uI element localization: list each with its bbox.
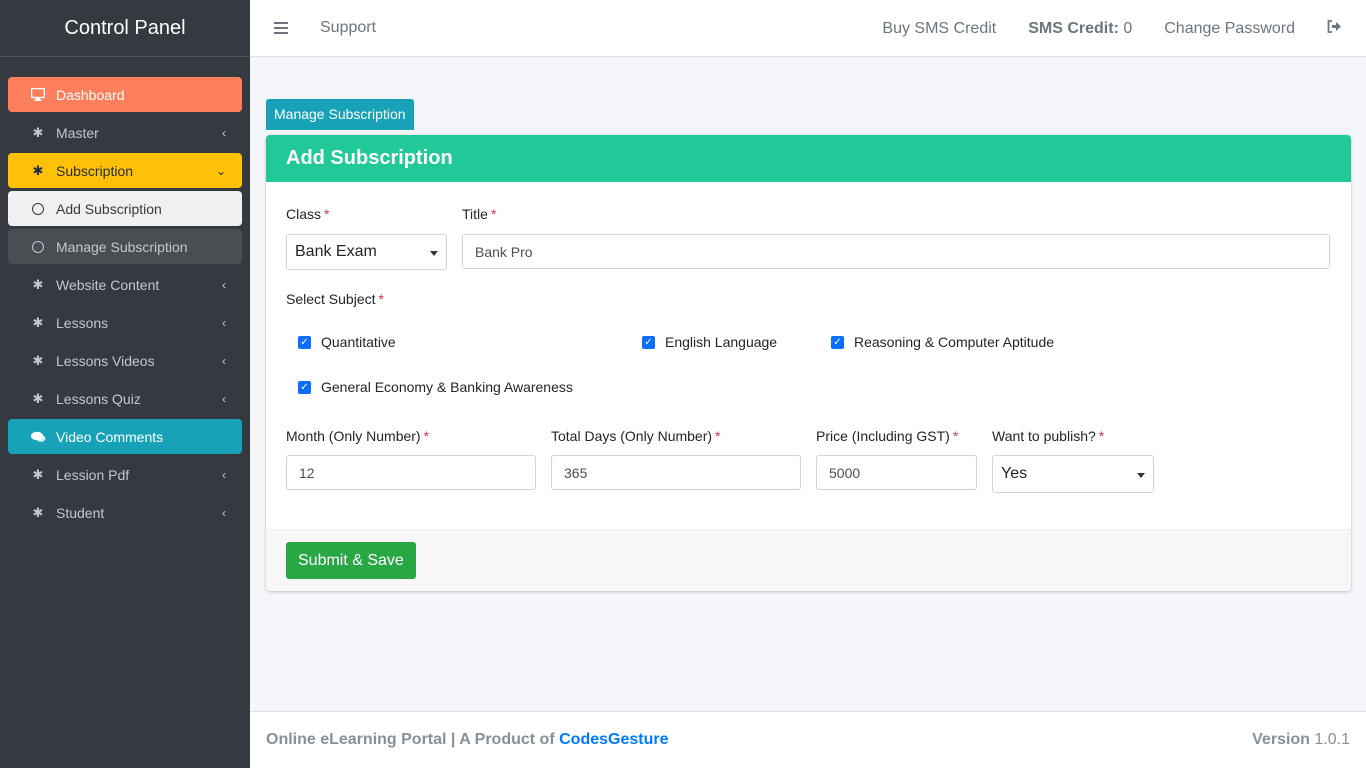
version-label: Version [1252, 731, 1310, 748]
gear-icon: ✱ [32, 124, 44, 140]
desktop-icon [30, 87, 46, 103]
chevron-left-icon: ‹ [222, 277, 226, 292]
sidebar-item-dashboard[interactable]: Dashboard [8, 77, 242, 112]
main-content: Manage Subscription Add Subscription Cla… [266, 99, 1351, 591]
title-label: Title * [462, 206, 497, 222]
month-label: Month (Only Number) * [286, 428, 430, 444]
sidebar-item-label: Video Comments [56, 428, 164, 445]
class-label: Class * [286, 206, 330, 222]
check-icon: ✓ [298, 380, 311, 394]
menu-icon[interactable] [274, 22, 288, 34]
total-days-label: Total Days (Only Number) * [551, 428, 721, 444]
sidebar-item-lessons-quiz[interactable]: ✱ Lessons Quiz ‹ [8, 381, 242, 416]
buy-sms-credit-link[interactable]: Buy SMS Credit [882, 20, 996, 38]
submit-save-button[interactable]: Submit & Save [286, 542, 416, 579]
sidebar-item-label: Manage Subscription [56, 238, 188, 255]
subject-checkbox-english[interactable]: ✓ English Language [642, 334, 777, 350]
change-password-link[interactable]: Change Password [1164, 20, 1295, 38]
sidebar-item-lessons-videos[interactable]: ✱ Lessons Videos ‹ [8, 343, 242, 378]
page-footer: Online eLearning Portal | A Product of C… [250, 711, 1366, 768]
top-right-links: Buy SMS Credit SMS Credit: 0 Change Pass… [882, 0, 1342, 57]
card-title: Add Subscription [266, 135, 1351, 182]
top-navbar: Support Buy SMS Credit SMS Credit: 0 Cha… [250, 0, 1366, 57]
publish-label: Want to publish? * [992, 428, 1105, 444]
version-value: 1.0.1 [1314, 731, 1350, 748]
add-subscription-card: Add Subscription Class * Bank Exam Title *… [266, 135, 1351, 591]
sidebar-item-label: Lessons Quiz [56, 390, 141, 407]
chevron-left-icon: ‹ [222, 125, 226, 140]
manage-subscription-button[interactable]: Manage Subscription [266, 99, 414, 130]
version-info: Version 1.0.1 [1252, 731, 1350, 749]
sidebar-item-student[interactable]: ✱ Student ‹ [8, 495, 242, 530]
chevron-left-icon: ‹ [222, 315, 226, 330]
support-link[interactable]: Support [320, 19, 376, 37]
sidebar-item-label: Lessons [56, 314, 109, 331]
gear-icon: ✱ [32, 352, 44, 368]
chevron-left-icon: ‹ [222, 467, 226, 482]
gear-icon: ✱ [32, 390, 44, 406]
gear-icon: ✱ [32, 504, 44, 520]
month-input[interactable]: 12 [286, 455, 536, 490]
brand-title[interactable]: Control Panel [0, 0, 250, 57]
sms-credit-label: SMS Credit: [1028, 19, 1119, 37]
sidebar-item-label: Dashboard [56, 86, 125, 103]
sms-credit-display: SMS Credit: 0 [1028, 20, 1132, 38]
sidebar-item-label: Student [56, 504, 105, 521]
sidebar-item-website-content[interactable]: ✱ Website Content ‹ [8, 267, 242, 302]
comments-icon [30, 429, 46, 445]
footer-credit: Online eLearning Portal | A Product of C… [266, 731, 669, 748]
publish-select[interactable]: Yes [992, 455, 1154, 493]
class-select[interactable]: Bank Exam [286, 234, 447, 270]
gear-icon: ✱ [32, 314, 44, 330]
sidebar-item-lession-pdf[interactable]: ✱ Lession Pdf ‹ [8, 457, 242, 492]
price-input[interactable]: 5000 [816, 455, 977, 490]
gear-icon: ✱ [32, 162, 44, 178]
check-icon: ✓ [298, 335, 311, 349]
subject-checkbox-economy[interactable]: ✓ General Economy & Banking Awareness [298, 379, 573, 395]
sidebar-item-video-comments[interactable]: Video Comments [8, 419, 242, 454]
sms-credit-value: 0 [1123, 19, 1133, 37]
title-input[interactable]: Bank Pro [462, 234, 1330, 269]
sidebar-item-label: Website Content [56, 276, 160, 293]
chevron-left-icon: ‹ [222, 353, 226, 368]
total-days-input[interactable]: 365 [551, 455, 801, 490]
subject-checkbox-quantitative[interactable]: ✓ Quantitative [298, 334, 396, 350]
sidebar-item-add-subscription[interactable]: Add Subscription [8, 191, 242, 226]
caret-down-icon [1137, 473, 1145, 478]
gear-icon: ✱ [32, 276, 44, 292]
sidebar-item-label: Lessons Videos [56, 352, 155, 369]
check-icon: ✓ [831, 335, 844, 349]
publish-select-value: Yes [1001, 465, 1028, 482]
chevron-left-icon: ‹ [222, 391, 226, 406]
sidebar-nav: Dashboard ✱ Master ‹ ✱ Subscription ⌄ Ad… [0, 57, 250, 530]
card-footer: Submit & Save [266, 529, 1351, 591]
sidebar-item-label: Add Subscription [56, 200, 162, 217]
sidebar-item-lessons[interactable]: ✱ Lessons ‹ [8, 305, 242, 340]
codesgesture-link[interactable]: CodesGesture [559, 731, 668, 748]
class-select-value: Bank Exam [295, 243, 377, 260]
sidebar: Control Panel Dashboard ✱ Master ‹ ✱ Sub… [0, 0, 250, 768]
caret-down-icon [430, 251, 438, 256]
sidebar-item-manage-subscription[interactable]: Manage Subscription [8, 229, 242, 264]
chevron-down-icon: ⌄ [215, 163, 226, 178]
circle-icon [30, 239, 46, 255]
sidebar-item-label: Lession Pdf [56, 466, 130, 483]
sidebar-item-label: Subscription [56, 162, 134, 179]
sidebar-item-label: Master [56, 124, 99, 141]
select-subject-label: Select Subject * [286, 291, 384, 307]
subscription-form: Class * Bank Exam Title * Bank Pro Select … [266, 182, 1351, 529]
sidebar-item-master[interactable]: ✱ Master ‹ [8, 115, 242, 150]
chevron-left-icon: ‹ [222, 505, 226, 520]
subject-checkbox-reasoning[interactable]: ✓ Reasoning & Computer Aptitude [831, 334, 1054, 350]
gear-icon: ✱ [32, 466, 44, 482]
circle-icon [30, 201, 46, 217]
check-icon: ✓ [642, 335, 655, 349]
logout-icon[interactable] [1327, 19, 1342, 38]
sidebar-item-subscription[interactable]: ✱ Subscription ⌄ [8, 153, 242, 188]
price-label: Price (Including GST) * [816, 428, 959, 444]
